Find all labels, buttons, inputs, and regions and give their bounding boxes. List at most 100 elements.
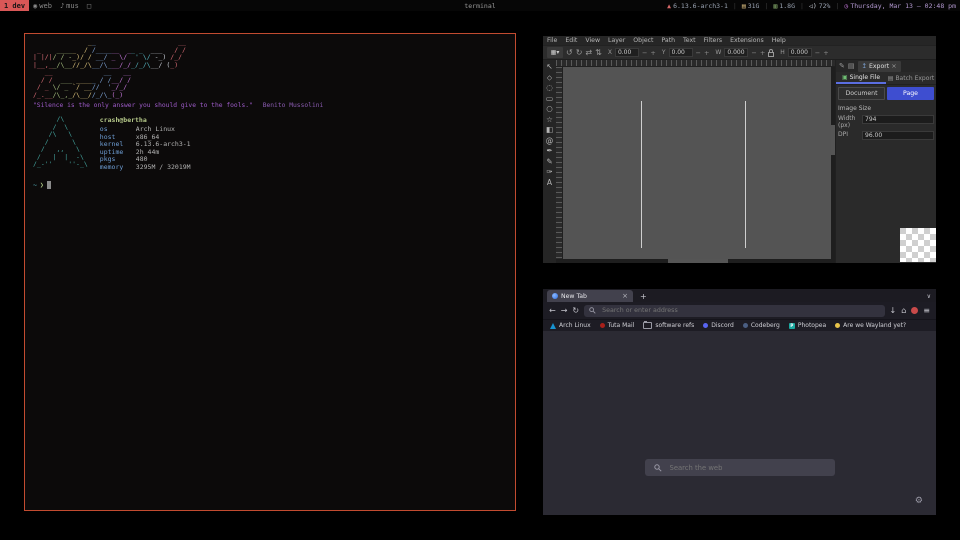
module-separator: |	[800, 2, 804, 10]
shell-prompt[interactable]: ~ ❯	[33, 181, 507, 189]
menu-button[interactable]: ≡	[923, 307, 930, 315]
selector-tool-icon[interactable]: ↖	[544, 63, 555, 71]
export-dock: ✎ ▤ ↥ Export × ▣ Single File ▤ Batch Exp…	[835, 60, 936, 263]
web-search-box[interactable]	[645, 459, 835, 476]
star-tool-icon[interactable]: ☆	[544, 116, 555, 124]
personalize-gear-icon[interactable]: ⚙	[915, 497, 923, 506]
prompt-symbol: ❯	[40, 181, 44, 189]
bookmark-are-we-wayland-yet-[interactable]: Are we Wayland yet?	[835, 322, 906, 329]
menu-object[interactable]: Object	[629, 37, 657, 44]
layers-dialog-icon[interactable]: ▤	[848, 62, 855, 70]
bookmark-software-refs[interactable]: software refs	[643, 322, 694, 329]
page-edge-right	[745, 101, 746, 248]
site-favicon	[703, 323, 708, 328]
flip-vertical-icon[interactable]: ⇅	[595, 49, 602, 57]
w-increment[interactable]: +	[760, 49, 765, 57]
bookmark-photopea[interactable]: PPhotopea	[789, 322, 826, 329]
volume-icon: ◁)	[809, 2, 817, 10]
tab-single-file[interactable]: ▣ Single File	[836, 72, 886, 84]
text-tool-icon[interactable]: A	[544, 179, 555, 187]
browser-tab-newtab[interactable]: New Tab ×	[547, 290, 633, 302]
arch-logo-ascii: /\ / \ /\ \ / \ / ,, \ / | | -\ /_-'' ''…	[33, 116, 88, 169]
workspace-tag-empty[interactable]: □	[83, 0, 95, 11]
y-increment[interactable]: +	[704, 49, 709, 57]
spiral-tool-icon[interactable]: @	[544, 137, 555, 145]
workspace-tag-1-dev[interactable]: 1 dev	[0, 0, 29, 11]
reload-button[interactable]: ↻	[572, 307, 579, 315]
h-label: H	[780, 49, 785, 56]
ram-icon: ▥	[773, 2, 777, 10]
horizontal-ruler[interactable]	[556, 60, 835, 67]
module-clock: ◷Thursday, Mar 13 — 02:48 pm	[844, 2, 956, 10]
home-icon[interactable]: ⌂	[901, 307, 906, 315]
bookmark-arch-linux[interactable]: Arch Linux	[550, 322, 591, 329]
arch-icon: ▲	[667, 2, 671, 10]
new-tab-button[interactable]: +	[640, 292, 647, 301]
vertical-ruler[interactable]	[556, 67, 563, 259]
menu-filters[interactable]: Filters	[700, 37, 727, 44]
bookmark-codeberg[interactable]: Codeberg	[743, 322, 780, 329]
export-document-button[interactable]: Document	[838, 87, 885, 100]
canvas-horizontal-scrollbar[interactable]	[556, 259, 835, 263]
menu-edit[interactable]: Edit	[561, 37, 581, 44]
menu-extensions[interactable]: Extensions	[726, 37, 768, 44]
export-width-input[interactable]	[862, 115, 934, 124]
h-increment[interactable]: +	[823, 49, 828, 57]
rotate-cw-icon[interactable]: ↻	[576, 49, 583, 57]
edit-dialog-icon[interactable]: ✎	[839, 62, 845, 70]
x-decrement[interactable]: −	[642, 49, 647, 57]
pencil-tool-icon[interactable]: ✎	[544, 158, 555, 166]
terminal-window[interactable]: __ __ _ _____ / /______ __ _ ___ / / | |…	[24, 33, 516, 511]
w-input[interactable]	[724, 48, 748, 57]
tab-close-icon[interactable]: ×	[622, 292, 628, 300]
workspace-tag-web[interactable]: ◉web	[29, 0, 56, 11]
web-search-input[interactable]	[668, 463, 826, 473]
folder-icon	[643, 322, 652, 329]
pen-tool-icon[interactable]: ✒	[544, 147, 555, 155]
x-increment[interactable]: +	[650, 49, 655, 57]
module-memory: ▥1.8G	[773, 2, 795, 10]
export-tab-close-icon[interactable]: ×	[891, 62, 896, 70]
menu-help[interactable]: Help	[768, 37, 790, 44]
selection-mode-dropdown[interactable]: ▦▾	[547, 47, 563, 58]
workspace-tag-mus[interactable]: ♪mus	[56, 0, 83, 11]
back-button[interactable]: ←	[549, 307, 556, 315]
menu-text[interactable]: Text	[679, 37, 700, 44]
box3d-tool-icon[interactable]: ◧	[544, 126, 555, 134]
menu-layer[interactable]: Layer	[604, 37, 629, 44]
shape-builder-tool-icon[interactable]: ◌	[544, 84, 555, 92]
list-all-tabs-icon[interactable]: ∨	[927, 293, 931, 300]
menu-view[interactable]: View	[581, 37, 604, 44]
h-decrement[interactable]: −	[815, 49, 820, 57]
ellipse-tool-icon[interactable]: ○	[544, 105, 555, 113]
menu-file[interactable]: File	[543, 37, 561, 44]
y-label: Y	[662, 49, 666, 56]
export-dialog-tab[interactable]: ↥ Export ×	[858, 61, 901, 72]
bookmark-label: Tuta Mail	[608, 322, 635, 329]
y-input[interactable]	[669, 48, 693, 57]
profile-avatar[interactable]	[911, 307, 918, 314]
address-bar[interactable]	[584, 305, 884, 317]
menu-path[interactable]: Path	[657, 37, 679, 44]
calligraphy-tool-icon[interactable]: ✑	[544, 168, 555, 176]
forward-button[interactable]: →	[561, 307, 568, 315]
export-page-button[interactable]: Page	[887, 87, 934, 100]
bookmark-label: Discord	[711, 322, 734, 329]
y-decrement[interactable]: −	[696, 49, 701, 57]
w-decrement[interactable]: −	[751, 49, 756, 57]
flip-horizontal-icon[interactable]: ⇄	[585, 49, 592, 57]
bookmark-label: software refs	[655, 322, 694, 329]
bookmark-discord[interactable]: Discord	[703, 322, 734, 329]
export-dpi-input[interactable]	[862, 131, 934, 140]
x-input[interactable]	[615, 48, 639, 57]
node-tool-icon[interactable]: ⬦	[544, 74, 555, 82]
h-input[interactable]	[788, 48, 812, 57]
rotate-ccw-icon[interactable]: ↺	[566, 49, 573, 57]
tab-batch-export[interactable]: ▤ Batch Export	[886, 72, 936, 84]
address-input[interactable]	[600, 306, 879, 315]
lock-icon[interactable]	[768, 49, 774, 57]
downloads-icon[interactable]: ↓	[890, 307, 897, 315]
inkscape-canvas[interactable]	[563, 67, 831, 259]
rectangle-tool-icon[interactable]: ▭	[544, 95, 555, 103]
bookmark-tuta-mail[interactable]: Tuta Mail	[600, 322, 635, 329]
